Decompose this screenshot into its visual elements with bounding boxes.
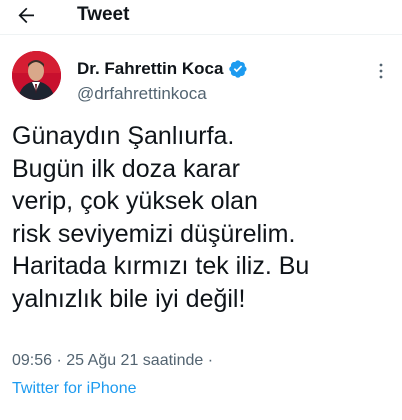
tweet-text-line: Günaydın Şanlıurfa. — [12, 122, 235, 150]
tweet-text: Günaydın Şanlıurfa. Bugün ilk doza karar… — [12, 120, 397, 315]
author-name[interactable]: Dr. Fahrettin Koca — [77, 59, 223, 79]
meta-separator: · — [56, 352, 62, 369]
verified-badge-icon — [229, 60, 247, 78]
tweet-text-line: yalnızlık bile iyi değil! — [12, 284, 246, 313]
tweet-date[interactable]: 25 Ağu 21 saatinde — [66, 352, 203, 369]
tweet-text-line: Haritada kırmızı tek iliz. Bu — [12, 252, 310, 280]
tweet-timestamp: 09:56 · 25 Ağu 21 saatinde · — [12, 352, 213, 370]
tweet-time[interactable]: 09:56 — [12, 352, 52, 369]
avatar[interactable] — [12, 51, 61, 100]
tweet-text-line: Bugün ilk doza karar — [12, 154, 240, 183]
page-title: Tweet — [77, 4, 130, 25]
more-options-icon[interactable] — [372, 62, 390, 80]
tweet-source-link[interactable]: Twitter for iPhone — [12, 380, 137, 398]
author-name-row: Dr. Fahrettin Koca — [77, 59, 248, 79]
meta-separator-trailing: · — [207, 352, 214, 369]
tweet-text-line: verip, çok yüksek olan — [12, 187, 258, 215]
arrow-left-icon[interactable] — [14, 3, 38, 27]
tweet-text-line: risk seviyemizi düşürelim. — [12, 219, 296, 248]
avatar-image — [12, 51, 61, 100]
top-app-bar: Tweet — [0, 0, 402, 34]
author-handle[interactable]: @drfahrettinkoca — [77, 84, 207, 104]
header-divider — [0, 34, 402, 35]
